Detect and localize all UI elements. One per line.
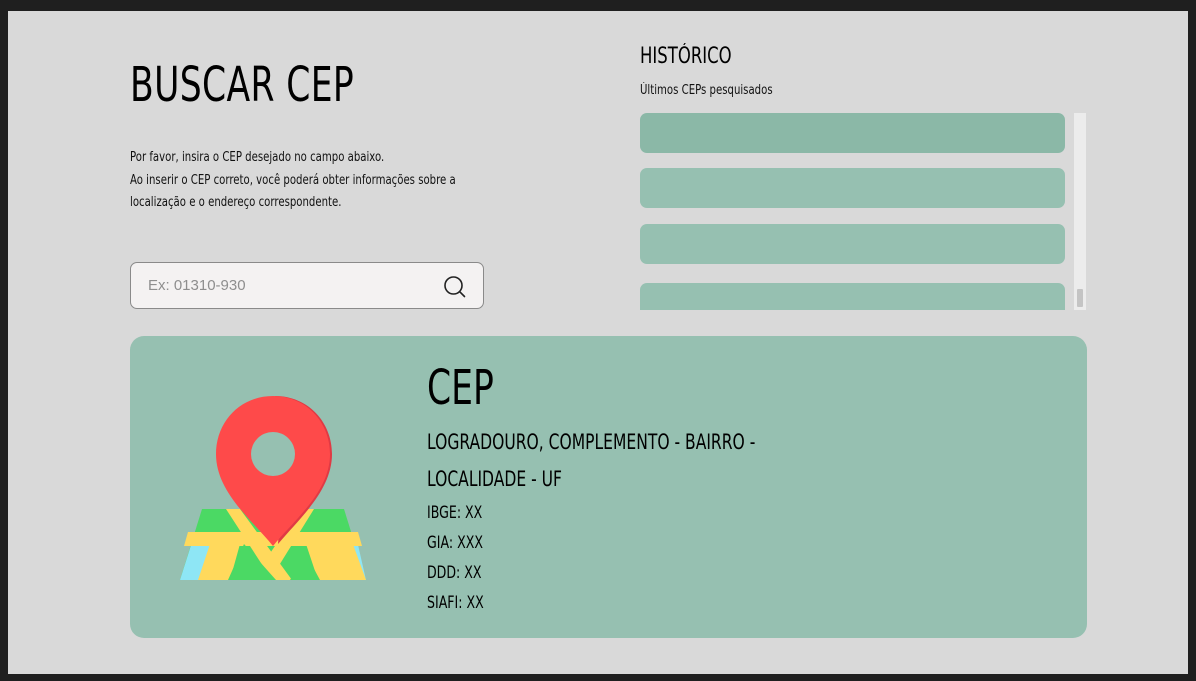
address-line-1: LOGRADOURO, COMPLEMENTO - BAIRRO -: [427, 430, 756, 454]
history-item[interactable]: [640, 224, 1065, 264]
page-title: BUSCAR CEP: [130, 57, 355, 113]
history-item[interactable]: [640, 168, 1065, 208]
page-description: Por favor, insira o CEP desejado no camp…: [130, 147, 490, 215]
history-item[interactable]: [640, 283, 1065, 310]
siafi-code: SIAFI: XX: [427, 593, 484, 613]
search-box: [130, 262, 484, 309]
cep-search-input[interactable]: [148, 263, 428, 308]
ddd-code: DDD: XX: [427, 563, 482, 583]
history-subtitle: Últimos CEPs pesquisados: [640, 83, 773, 98]
description-line-2: Ao inserir o CEP correto, você poderá ob…: [130, 172, 456, 188]
map-pin-icon: [180, 396, 366, 580]
description-line-1: Por favor, insira o CEP desejado no camp…: [130, 150, 385, 165]
ibge-code: IBGE: XX: [427, 503, 483, 523]
history-scrollbar[interactable]: [1074, 113, 1086, 310]
scrollbar-thumb[interactable]: [1077, 289, 1083, 307]
history-item[interactable]: [640, 113, 1065, 153]
address-line-2: LOCALIDADE - UF: [427, 467, 562, 491]
history-title: HISTÓRICO: [640, 44, 732, 69]
app-window: BUSCAR CEP Por favor, insira o CEP desej…: [8, 11, 1188, 674]
gia-code: GIA: XXX: [427, 533, 483, 553]
history-list[interactable]: [640, 113, 1065, 310]
result-address: LOGRADOURO, COMPLEMENTO - BAIRRO - LOCAL…: [427, 424, 755, 498]
result-card: CEP LOGRADOURO, COMPLEMENTO - BAIRRO - L…: [130, 336, 1087, 638]
description-line-3: localização e o endereço correspondente.: [130, 195, 342, 210]
result-cep: CEP: [427, 360, 494, 416]
search-icon: [444, 276, 466, 298]
result-codes: IBGE: XX GIA: XXX DDD: XX SIAFI: XX: [427, 498, 484, 618]
search-button[interactable]: [443, 275, 467, 299]
